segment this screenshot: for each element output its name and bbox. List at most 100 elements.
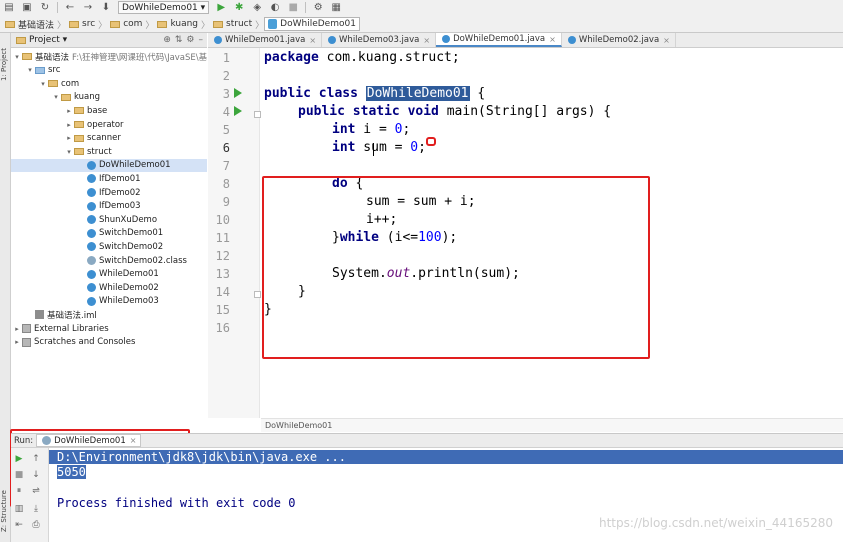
back-icon[interactable]: ←	[63, 1, 77, 14]
exit-icon[interactable]: ⇤	[14, 520, 24, 530]
project-structure-icon[interactable]: ⚙	[311, 1, 325, 14]
run-icon[interactable]: ▶	[214, 1, 228, 14]
tree-item[interactable]: ▸ operator	[65, 118, 123, 131]
line-number[interactable]: 15	[208, 303, 230, 317]
fold-icon[interactable]	[254, 291, 261, 298]
tree-item[interactable]: SwitchDemo02.class	[78, 254, 187, 267]
rerun-icon[interactable]: ▶	[14, 454, 24, 464]
run-tab[interactable]: DoWhileDemo01 ×	[36, 434, 142, 447]
line-number[interactable]: 5	[208, 123, 230, 137]
chevron-down-icon[interactable]: ▾	[65, 148, 73, 156]
close-icon[interactable]: ×	[130, 436, 137, 445]
tree-item[interactable]: IfDemo03	[78, 200, 141, 213]
wrap-icon[interactable]: ⇌	[31, 486, 41, 496]
tree-item[interactable]: ▸ Scratches and Consoles	[13, 336, 135, 349]
close-icon[interactable]: ×	[549, 35, 556, 44]
fold-icon[interactable]	[254, 111, 261, 118]
tree-item[interactable]: ▾ struct	[65, 145, 111, 158]
forward-icon[interactable]: →	[81, 1, 95, 14]
line-number[interactable]: 13	[208, 267, 230, 281]
tree-item[interactable]: ▾ 基础语法 F:\狂神管理\网课班\代码\JavaSE\基础	[13, 50, 207, 63]
tree-item[interactable]: ▸ base	[65, 104, 107, 117]
tree-item[interactable]: ▸ External Libraries	[13, 322, 108, 335]
line-number[interactable]: 11	[208, 231, 230, 245]
tree-item[interactable]: SwitchDemo01	[78, 227, 163, 240]
locate-icon[interactable]: ⊕	[163, 35, 171, 45]
project-panel-title[interactable]: Project	[29, 35, 60, 45]
sdk-icon[interactable]: ▦	[329, 1, 343, 14]
line-number[interactable]: 10	[208, 213, 230, 227]
collapse-icon[interactable]: ⇅	[175, 35, 183, 45]
tree-item[interactable]: ShunXuDemo	[78, 213, 157, 226]
tree-item[interactable]: IfDemo01	[78, 172, 141, 185]
breadcrumb-item[interactable]: struct	[210, 17, 255, 31]
tree-item[interactable]: ▸ scanner	[65, 132, 121, 145]
print-icon[interactable]: ⎙	[31, 520, 41, 530]
chevron-right-icon[interactable]: ▸	[65, 134, 73, 142]
close-icon[interactable]: ×	[309, 36, 316, 45]
stop-icon[interactable]: ■	[286, 1, 300, 14]
run-class-icon[interactable]	[234, 88, 242, 98]
tree-item[interactable]: ▾ src	[26, 64, 60, 77]
chevron-right-icon[interactable]: ▸	[13, 338, 21, 346]
sync-icon[interactable]: ↻	[38, 1, 52, 14]
run-config-select[interactable]: DoWhileDemo01 ▾	[118, 1, 210, 14]
editor-breadcrumb[interactable]: DoWhileDemo01	[261, 418, 843, 432]
tree-item[interactable]: SwitchDemo02	[78, 240, 163, 253]
hide-icon[interactable]: –	[199, 35, 204, 45]
line-number[interactable]: 7	[208, 159, 230, 173]
line-number[interactable]: 3	[208, 87, 230, 101]
close-icon[interactable]: ×	[423, 36, 430, 45]
tree-item[interactable]: DoWhileDemo01	[11, 158, 207, 172]
chevron-down-icon[interactable]: ▾	[26, 66, 34, 74]
close-icon[interactable]: ×	[663, 36, 670, 45]
structure-toolwindow-tab[interactable]: Z: Structure	[0, 483, 11, 539]
editor-tab[interactable]: WhileDemo01.java ×	[208, 33, 323, 47]
run-main-icon[interactable]	[234, 106, 242, 116]
breadcrumb-item-current[interactable]: DoWhileDemo01	[264, 17, 360, 31]
stop-icon[interactable]: ■	[14, 470, 24, 480]
line-number[interactable]: 4	[208, 105, 230, 119]
tree-item[interactable]: WhileDemo01	[78, 268, 159, 281]
open-folder-icon[interactable]: ▤	[2, 1, 16, 14]
breadcrumb-item[interactable]: com	[107, 17, 145, 31]
editor-tab[interactable]: WhileDemo03.java ×	[322, 33, 437, 47]
editor-tab[interactable]: WhileDemo02.java ×	[562, 33, 676, 47]
project-toolwindow-tab[interactable]: 1: Project	[0, 39, 11, 91]
line-number[interactable]: 12	[208, 249, 230, 263]
up-icon[interactable]: ↑	[31, 454, 41, 464]
down-icon[interactable]: ↓	[31, 470, 41, 480]
coverage-icon[interactable]: ◈	[250, 1, 264, 14]
line-number[interactable]: 6	[208, 141, 230, 155]
chevron-right-icon[interactable]: ▸	[65, 107, 73, 115]
chevron-down-icon[interactable]: ▾	[52, 93, 60, 101]
breadcrumb-item[interactable]: src	[66, 17, 98, 31]
breadcrumb-item[interactable]: kuang	[154, 17, 201, 31]
save-icon[interactable]: ▣	[20, 1, 34, 14]
dump-icon[interactable]: ▥	[14, 504, 24, 514]
tree-item[interactable]: ▾ kuang	[52, 91, 100, 104]
editor-tab[interactable]: DoWhileDemo01.java ×	[436, 33, 562, 47]
build-icon[interactable]: ⬇	[99, 1, 113, 14]
chevron-right-icon[interactable]: ▸	[13, 325, 21, 333]
line-number[interactable]: 9	[208, 195, 230, 209]
code-editor[interactable]: package com.kuang.struct; public class D…	[261, 48, 843, 418]
pause-icon[interactable]: ⏸	[14, 486, 24, 496]
tree-item[interactable]: IfDemo02	[78, 186, 141, 199]
line-number[interactable]: 8	[208, 177, 230, 191]
scroll-end-icon[interactable]: ⤓	[31, 504, 41, 514]
breadcrumb-item[interactable]: 基础语法	[2, 17, 57, 31]
chevron-right-icon[interactable]: ▸	[65, 121, 73, 129]
debug-icon[interactable]: ✱	[232, 1, 246, 14]
line-number[interactable]: 14	[208, 285, 230, 299]
tree-item[interactable]: ▾ com	[39, 77, 79, 90]
line-number[interactable]: 2	[208, 69, 230, 83]
gear-icon[interactable]: ⚙	[186, 35, 194, 45]
chevron-down-icon[interactable]: ▾	[13, 53, 21, 61]
chevron-down-icon[interactable]: ▾	[39, 80, 47, 88]
tree-item[interactable]: WhileDemo03	[78, 295, 159, 308]
tree-item[interactable]: 基础语法.iml	[26, 308, 97, 321]
profile-icon[interactable]: ◐	[268, 1, 282, 14]
tree-item[interactable]: WhileDemo02	[78, 281, 159, 294]
line-number[interactable]: 1	[208, 51, 230, 65]
